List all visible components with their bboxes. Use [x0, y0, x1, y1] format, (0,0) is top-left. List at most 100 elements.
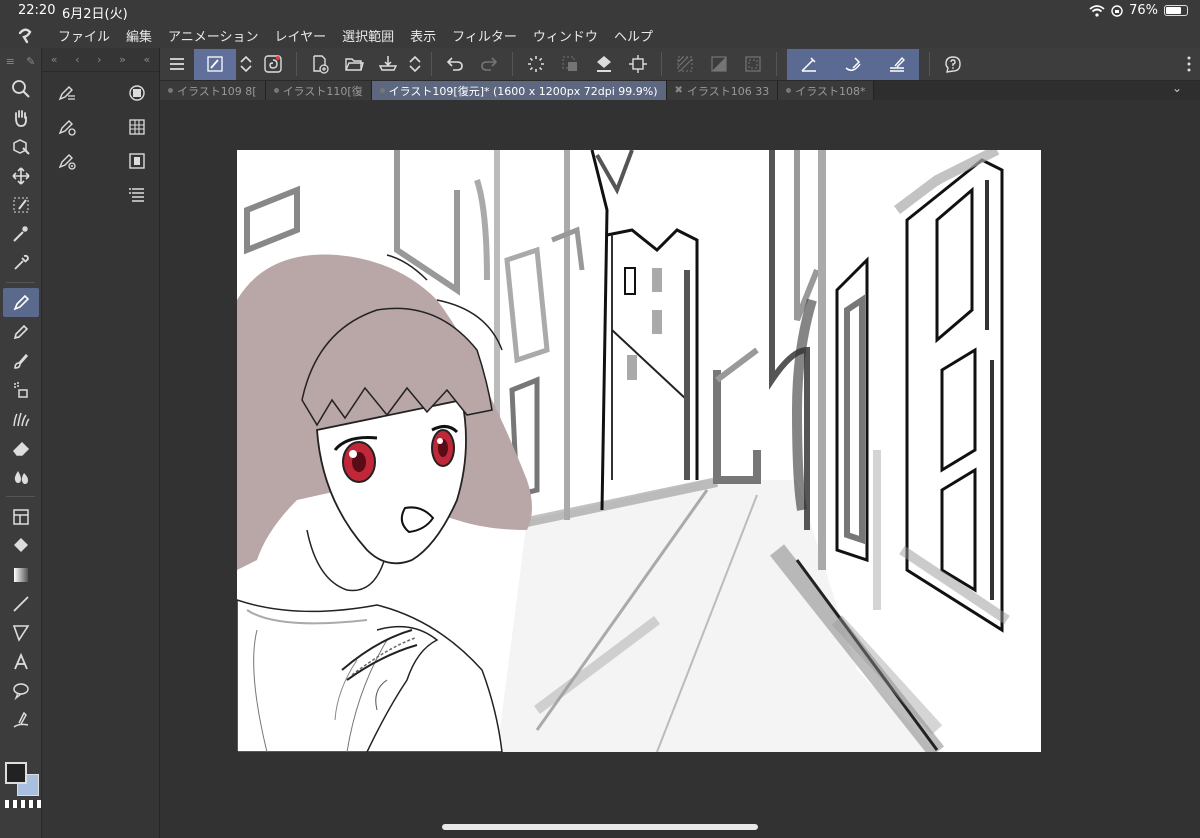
tool-airbrush[interactable]	[0, 375, 42, 404]
frame-border-icon	[13, 508, 29, 525]
edit-mode-button[interactable]	[194, 48, 236, 80]
arrow-left-icon[interactable]: ‹	[75, 53, 79, 66]
text-icon	[14, 652, 28, 669]
tool-blend[interactable]	[0, 462, 42, 491]
new-file-button[interactable]	[303, 49, 337, 80]
animation-button[interactable]	[124, 144, 150, 178]
tab-document[interactable]: イラスト109 8[	[160, 81, 266, 100]
tab-document[interactable]: イラスト110[復	[265, 81, 372, 100]
redo-button[interactable]	[472, 49, 506, 80]
save-options-button[interactable]	[405, 49, 425, 80]
invert-selection-icon	[711, 56, 727, 72]
transparent-color-swatch[interactable]	[5, 800, 41, 808]
menu-animation[interactable]: アニメーション	[160, 26, 266, 45]
snap-grid-button[interactable]	[875, 49, 919, 80]
home-indicator[interactable]	[442, 824, 758, 830]
menu-selection[interactable]: 選択範囲	[334, 26, 402, 45]
tool-eyedropper[interactable]	[0, 248, 42, 277]
undo-icon	[446, 57, 463, 71]
more-commands-button[interactable]	[1178, 49, 1200, 80]
expand-right-icon[interactable]: »	[119, 53, 126, 66]
menu-view[interactable]: 表示	[402, 26, 444, 45]
redo-icon	[481, 57, 498, 71]
hatched-box-icon	[677, 56, 693, 72]
transform-button[interactable]	[621, 49, 655, 80]
menu-help[interactable]: ヘルプ	[606, 26, 661, 45]
help-button[interactable]	[936, 49, 970, 80]
menu-edit[interactable]: 編集	[118, 26, 160, 45]
fill-button[interactable]	[587, 49, 621, 80]
collapse-left-icon[interactable]: «	[51, 53, 58, 66]
sub-tool-palette: « ‹ › » «	[42, 48, 160, 838]
tool-auto-select[interactable]	[0, 219, 42, 248]
collapse-left-icon-2[interactable]: «	[143, 53, 150, 66]
stabilizer-group	[787, 48, 919, 80]
tab-close-icon[interactable]: ✖	[675, 85, 683, 96]
fill-bucket-cmd-icon	[597, 56, 611, 72]
menu-layer[interactable]: レイヤー	[267, 26, 335, 45]
undo-button[interactable]	[438, 49, 472, 80]
tool-text[interactable]	[0, 647, 42, 676]
tool-brush[interactable]	[0, 346, 42, 375]
tool-selection[interactable]	[0, 190, 42, 219]
tool-palette-header: ≡ ✎	[0, 48, 41, 74]
clear-selection-button[interactable]	[553, 49, 587, 80]
tool-figure[interactable]	[0, 589, 42, 618]
tab-label: イラスト109[復元]* (1600 x 1200px 72dpi 99.9%)	[388, 84, 658, 98]
open-file-button[interactable]	[337, 49, 371, 80]
tab-document[interactable]: ✖ イラスト106 33	[666, 81, 779, 100]
layer-property-button[interactable]	[124, 178, 150, 212]
pen-settings-icon	[58, 86, 75, 101]
tool-eraser[interactable]	[0, 433, 42, 462]
tool-pen[interactable]	[3, 288, 39, 317]
tool-ruler[interactable]	[0, 618, 42, 647]
menu-filter[interactable]: フィルター	[444, 26, 525, 45]
tool-pencil[interactable]	[0, 317, 42, 346]
save-button[interactable]	[371, 49, 405, 80]
arrow-right-icon[interactable]: ›	[97, 53, 101, 66]
tool-hand[interactable]	[0, 103, 42, 132]
tool-move[interactable]	[0, 161, 42, 190]
main-color-swatch[interactable]	[5, 762, 27, 784]
line-figure-icon	[13, 595, 29, 612]
curve-snap-icon	[845, 57, 861, 71]
tool-object[interactable]	[0, 132, 42, 161]
drawing-canvas[interactable]	[237, 150, 1041, 752]
tab-document[interactable]: イラスト108*	[778, 81, 875, 100]
snap-special-button[interactable]	[831, 49, 875, 80]
tool-zoom[interactable]	[0, 74, 42, 103]
expand-selection-button[interactable]	[736, 49, 770, 80]
hamburger-menu-button[interactable]	[160, 49, 194, 80]
menu-window[interactable]: ウィンドウ	[525, 26, 606, 45]
tool-balloon[interactable]	[0, 676, 42, 705]
menu-file[interactable]: ファイル	[50, 26, 118, 45]
hide-outside-button[interactable]	[668, 49, 702, 80]
tool-frame[interactable]	[0, 502, 42, 531]
tool-decoration[interactable]	[0, 404, 42, 433]
tool-correct-line[interactable]	[0, 705, 42, 734]
material-button[interactable]	[124, 110, 150, 144]
transform-loading-button[interactable]	[519, 49, 553, 80]
mode-switch-button[interactable]	[236, 49, 256, 80]
snap-ruler-button[interactable]	[787, 49, 831, 80]
canvas-workspace[interactable]	[160, 100, 1200, 838]
sub-tool-pen-c[interactable]	[54, 144, 80, 178]
tool-fill[interactable]	[0, 531, 42, 560]
invert-selection-button[interactable]	[702, 49, 736, 80]
layer-list-icon	[129, 188, 144, 202]
save-icon	[378, 56, 398, 71]
clip-studio-logo-icon[interactable]	[0, 26, 50, 44]
girl-figure	[237, 254, 532, 752]
sub-tool-pen-a[interactable]	[54, 76, 80, 110]
sub-tool-pen-b[interactable]	[54, 110, 80, 144]
palette-menu-icon[interactable]: ≡	[6, 55, 15, 68]
tool-gradient[interactable]	[0, 560, 42, 589]
color-indicator[interactable]	[3, 758, 43, 808]
hamburger-icon	[170, 58, 184, 70]
navigator-button[interactable]	[124, 76, 150, 110]
tab-status-dot	[786, 88, 792, 93]
tab-list-chevron-icon[interactable]: ⌄	[1172, 81, 1182, 95]
tab-status-dot	[273, 88, 279, 93]
clip-studio-button[interactable]	[256, 49, 290, 80]
tab-document-active[interactable]: イラスト109[復元]* (1600 x 1200px 72dpi 99.9%)	[371, 81, 667, 100]
